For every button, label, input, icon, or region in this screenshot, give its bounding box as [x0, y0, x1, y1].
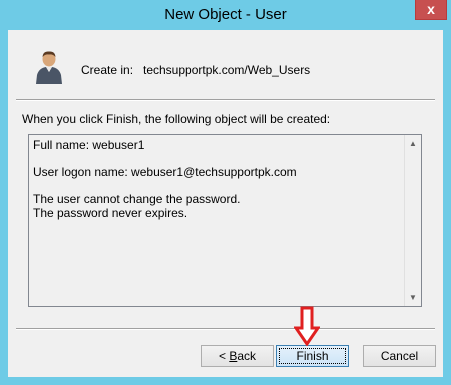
create-in-label: Create in:: [81, 63, 134, 77]
cancel-button-label: Cancel: [380, 349, 419, 363]
create-in-path: techsupportpk.com/Web_Users: [143, 63, 311, 77]
scroll-up-arrow-icon[interactable]: ▲: [405, 135, 421, 152]
summary-textbox[interactable]: Full name: webuser1 User logon name: web…: [28, 134, 422, 307]
title-bar[interactable]: New Object - User x: [0, 0, 451, 30]
dialog-body: Create in: techsupportpk.com/Web_Users W…: [8, 30, 443, 377]
footer-divider: [16, 328, 435, 330]
summary-text: Full name: webuser1 User logon name: web…: [33, 138, 297, 220]
new-object-user-dialog: New Object - User x Create in: techsuppo…: [0, 0, 451, 385]
user-icon: [36, 51, 62, 84]
close-icon: x: [427, 1, 435, 17]
scroll-down-arrow-icon[interactable]: ▼: [405, 289, 421, 306]
back-button-prefix: <: [218, 349, 230, 363]
focus-rectangle: [279, 348, 346, 364]
back-button[interactable]: < Back: [201, 345, 274, 367]
close-button[interactable]: x: [415, 0, 447, 20]
cancel-button[interactable]: Cancel: [363, 345, 436, 367]
header-area: Create in: techsupportpk.com/Web_Users: [8, 30, 443, 95]
back-button-rest: ack: [237, 349, 257, 363]
info-label: When you click Finish, the following obj…: [22, 112, 331, 126]
vertical-scrollbar[interactable]: ▲ ▼: [404, 135, 421, 306]
window-title: New Object - User: [164, 6, 287, 23]
red-down-arrow-icon: [294, 306, 320, 346]
header-divider: [16, 99, 435, 101]
finish-button[interactable]: Finish: [276, 345, 349, 367]
